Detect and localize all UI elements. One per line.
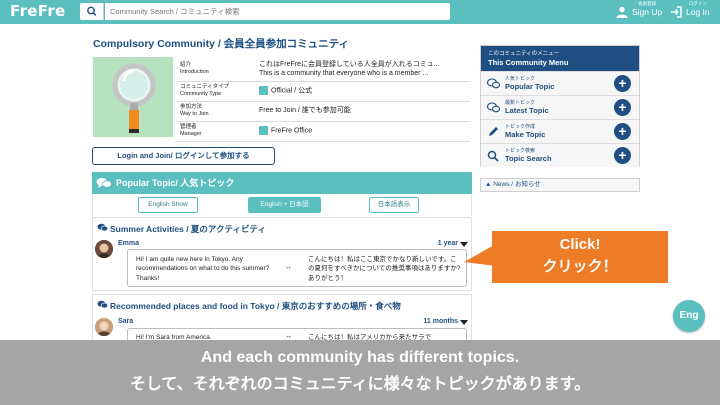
manager-label-en: Manager <box>180 131 202 137</box>
official-flag-icon <box>259 86 268 96</box>
info-row-way-to-join: 参加方法 Way to Join Free to Join / 誰でも参加可能 <box>177 101 470 122</box>
login-small-label: ログイン <box>688 1 707 6</box>
manager-flag-icon <box>259 126 268 136</box>
community-info-table: 紹介 Introduction これはFreFreに会員登録している人全員が入れ… <box>177 57 470 142</box>
login-label: Log In <box>686 6 710 17</box>
speech-bubbles-icon <box>487 78 500 89</box>
popular-topic-title: Popular Topic/ 人気トピック <box>116 178 235 188</box>
callout-line-1: Click! <box>559 236 601 253</box>
way-to-join-label-en: Way to Join <box>180 111 209 117</box>
english-japanese-button[interactable]: English + 日本語 <box>248 197 321 213</box>
login-and-join-button[interactable]: Login and Join/ ログインして参加する <box>92 147 275 165</box>
community-image <box>93 57 173 137</box>
popular-topic-header: Popular Topic/ 人気トピック <box>92 172 472 194</box>
menu-item-label: Popular Topic <box>505 82 555 91</box>
japanese-show-button[interactable]: 日本語表示 <box>369 197 419 213</box>
menu-item-label: Make Topic <box>505 130 546 139</box>
menu-item-popular-topic[interactable]: 人気トピック Popular Topic + <box>481 71 639 95</box>
topic-author[interactable]: Emma <box>118 240 139 247</box>
language-toggle: English Show English + 日本語 日本語表示 <box>92 194 472 216</box>
english-language-button[interactable]: Eng <box>673 300 705 332</box>
news-link[interactable]: ▲ News / お知らせ <box>480 178 640 192</box>
introduction-label-jp: 紹介 <box>180 61 192 68</box>
menu-item-label: Topic Search <box>505 154 552 163</box>
manager-label-jp: 管理者 <box>180 123 197 130</box>
caption-line-1: And each community has different topics. <box>200 349 520 366</box>
caption-line-2: そして、それぞれのコミュニティに様々なトピックがあります。 <box>129 376 591 393</box>
way-to-join-value: Free to Join / 誰でも参加可能 <box>257 101 470 122</box>
callout-pointer <box>464 244 496 266</box>
avatar <box>95 240 113 258</box>
community-type-label-en: Community Type <box>180 91 222 97</box>
message-japanese: こんにちは！私はここ東京でかなり新しいです。この夏何をすべきかについての推奨事項… <box>308 256 461 282</box>
topic-age: 1 year <box>437 240 458 247</box>
community-menu-header: このコミュニティのメニュー This Community Menu <box>481 46 639 71</box>
menu-head-en: This Community Menu <box>488 58 569 67</box>
avatar <box>95 318 113 336</box>
community-menu: このコミュニティのメニュー This Community Menu 人気トピック… <box>480 45 640 167</box>
login-icon <box>671 6 682 18</box>
menu-item-topic-search[interactable]: トピック検索 Topic Search + <box>481 143 639 167</box>
pencil-icon <box>489 127 498 136</box>
subtitle-caption: And each community has different topics.… <box>0 340 720 405</box>
callout-line-2: クリック！ <box>542 258 618 275</box>
community-search-input[interactable] <box>105 3 450 20</box>
topic-author[interactable]: Sara <box>118 318 133 325</box>
search-icon <box>487 150 499 162</box>
login-link[interactable]: ログイン Log In <box>686 1 710 17</box>
signup-label: Sign Up <box>632 6 663 17</box>
way-to-join-label-jp: 参加方法 <box>180 103 203 110</box>
speech-bubbles-icon <box>96 178 112 188</box>
speech-bubbles-icon <box>487 102 500 113</box>
avatar-image <box>95 240 113 258</box>
speech-bubbles-icon <box>97 223 108 232</box>
plus-icon[interactable]: + <box>614 99 631 116</box>
topic-title[interactable]: Summer Activities / 夏のアクティビティ <box>110 223 266 235</box>
introduction-text-jp: これはFreFreに会員登録している人全員が入れるコミュ... <box>259 60 440 68</box>
introduction-label-en: Introduction <box>180 68 209 75</box>
menu-head-jp: このコミュニティのメニュー <box>488 51 560 57</box>
avatar-image <box>95 318 113 336</box>
info-row-introduction: 紹介 Introduction これはFreFreに会員登録している人全員が入れ… <box>177 57 470 82</box>
topic-age: 11 months <box>423 318 458 325</box>
search-icon <box>87 6 97 16</box>
community-type-label-jp: コミュニティタイプ <box>180 83 230 90</box>
site-logo[interactable]: FreFre <box>10 2 66 20</box>
menu-item-small: トピック作成 <box>505 124 536 130</box>
speech-bubbles-icon <box>97 300 108 309</box>
user-icon <box>616 6 628 18</box>
signup-small-label: 会員登録 <box>638 1 657 6</box>
info-row-manager: 管理者 Manager FreFre Office <box>177 121 470 142</box>
signup-link[interactable]: 会員登録 Sign Up <box>632 1 663 17</box>
translation-arrow: ↔ <box>285 333 292 340</box>
magnifier-illustration <box>112 63 156 133</box>
menu-item-small: 最新トピック <box>505 100 536 106</box>
topic-message: Hi! I am quite new here in Tokyo. Any re… <box>127 249 467 287</box>
menu-item-small: 人気トピック <box>505 76 536 82</box>
chevron-down-icon[interactable] <box>460 320 468 326</box>
click-callout: Click! クリック！ <box>492 231 668 283</box>
introduction-text-en: This is a community that everyone who is… <box>259 69 429 77</box>
topic-title[interactable]: Recommended places and food in Tokyo / 東… <box>110 300 401 312</box>
manager-value[interactable]: FreFre Office <box>271 128 312 135</box>
top-header: FreFre 会員登録 Sign Up ログイン Log In <box>0 0 720 24</box>
message-english: Hi! I am quite new here in Tokyo. Any re… <box>136 256 270 282</box>
menu-item-small: トピック検索 <box>505 148 536 154</box>
community-title: Compulsory Community / 会員全員参加コミュニティ <box>93 38 350 50</box>
menu-item-make-topic[interactable]: トピック作成 Make Topic + <box>481 119 639 143</box>
plus-icon[interactable]: + <box>614 147 631 164</box>
community-type-value: Official / 公式 <box>271 87 313 95</box>
translation-arrow: ↔ <box>285 264 292 271</box>
search-button[interactable] <box>80 3 104 20</box>
menu-item-latest-topic[interactable]: 最新トピック Latest Topic + <box>481 95 639 119</box>
english-show-button[interactable]: English Show <box>138 197 198 213</box>
plus-icon[interactable]: + <box>614 123 631 140</box>
info-row-community-type: コミュニティタイプ Community Type Official / 公式 <box>177 81 470 102</box>
plus-icon[interactable]: + <box>614 75 631 92</box>
menu-item-label: Latest Topic <box>505 106 549 115</box>
